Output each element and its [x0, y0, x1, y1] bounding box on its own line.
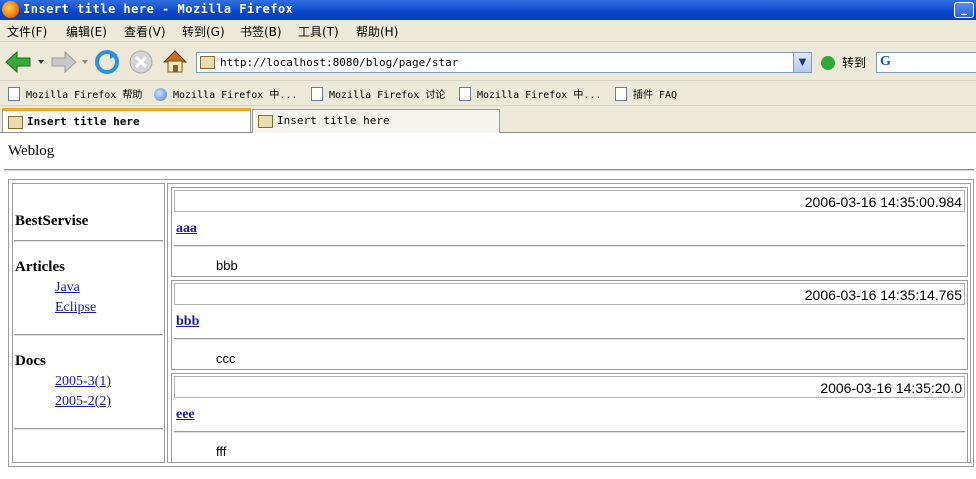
go-button-label[interactable]: 转到: [842, 54, 866, 71]
document-icon: [311, 87, 323, 101]
back-arrow-icon: [5, 50, 44, 74]
post-title-link[interactable]: eee: [176, 407, 195, 423]
menu-bar: 文件(F) 编辑(E) 查看(V) 转到(G) 书签(B) 工具(T) 帮助(H…: [0, 20, 976, 42]
bookmark-item[interactable]: Mozilla Firefox 中...: [154, 86, 297, 101]
menu-bookmarks[interactable]: 书签(B): [240, 23, 282, 40]
search-input[interactable]: G: [876, 52, 976, 73]
post-date: 2006-03-16 14:35:00.984: [804, 194, 962, 210]
title-bar: Insert title here - Mozilla Firefox _: [0, 0, 976, 20]
menu-help[interactable]: 帮助(H): [356, 23, 398, 40]
menu-go[interactable]: 转到(G): [182, 23, 225, 40]
post-title-link[interactable]: aaa: [176, 221, 197, 237]
menu-edit[interactable]: 编辑(E): [66, 23, 107, 40]
google-search-icon[interactable]: G: [880, 54, 891, 70]
reload-icon: [95, 50, 119, 74]
minimize-button[interactable]: _: [954, 2, 974, 18]
stop-button[interactable]: [128, 49, 154, 78]
docs-link-2005-2[interactable]: 2005-2(2): [55, 394, 111, 410]
menu-tools[interactable]: 工具(T): [298, 23, 339, 40]
post-date-row: 2006-03-16 14:35:20.0: [174, 376, 965, 398]
posts-column: 2006-03-16 14:35:00.984 aaa bbb 2006-03-…: [167, 183, 971, 463]
post-date-row: 2006-03-16 14:35:14.765: [174, 283, 965, 305]
sidebar-divider: [14, 240, 163, 242]
docs-heading: Docs: [15, 353, 46, 369]
back-button[interactable]: [4, 50, 48, 77]
article-link-java[interactable]: Java: [55, 280, 80, 296]
post-divider: [174, 431, 965, 433]
navigation-toolbar: http://localhost:8080/blog/page/star ▼ 转…: [0, 42, 976, 81]
forward-arrow-icon: [51, 50, 88, 74]
tab-strip: Insert title here Insert title here: [0, 106, 976, 133]
post-divider: [174, 338, 965, 340]
sidebar: BestServise Articles Java Eclipse Docs 2…: [12, 183, 165, 463]
document-icon: [615, 87, 627, 101]
article-link-eclipse[interactable]: Eclipse: [55, 300, 96, 316]
header-divider: [4, 169, 974, 171]
home-button[interactable]: [161, 48, 189, 79]
post-body: bbb: [216, 258, 238, 273]
bookmark-item[interactable]: Mozilla Firefox 讨论: [311, 86, 445, 101]
globe-icon: [154, 88, 167, 101]
firefox-icon: [2, 1, 19, 18]
home-icon: [162, 50, 188, 73]
layout-table: BestServise Articles Java Eclipse Docs 2…: [8, 179, 974, 467]
sidebar-divider: [14, 428, 163, 430]
site-title: Weblog: [8, 143, 55, 159]
post-body: ccc: [216, 351, 236, 366]
sidebar-divider: [14, 334, 163, 336]
post-entry: 2006-03-16 14:35:00.984 aaa bbb: [171, 187, 968, 277]
window-title: Insert title here - Mozilla Firefox: [23, 2, 294, 16]
forward-button[interactable]: [50, 50, 94, 77]
menu-view[interactable]: 查看(V): [124, 23, 166, 40]
url-text: http://localhost:8080/blog/page/star: [220, 56, 459, 69]
bookmark-item[interactable]: 插件 FAQ: [615, 86, 677, 101]
post-entry: 2006-03-16 14:35:20.0 eee fff: [171, 373, 968, 463]
post-date: 2006-03-16 14:35:20.0: [820, 380, 962, 396]
bookmark-item[interactable]: Mozilla Firefox 中...: [459, 86, 601, 101]
post-date-row: 2006-03-16 14:35:00.984: [174, 190, 965, 212]
tab-label: Insert title here: [27, 115, 140, 128]
docs-link-2005-3[interactable]: 2005-3(1): [55, 374, 111, 390]
url-bar[interactable]: http://localhost:8080/blog/page/star ▼: [196, 52, 812, 73]
document-icon: [459, 87, 471, 101]
page-content: Weblog BestServise Articles Java Eclipse…: [0, 133, 976, 479]
bookmark-item[interactable]: Mozilla Firefox 帮助: [8, 86, 142, 101]
post-divider: [174, 245, 965, 247]
tab-label: Insert title here: [277, 114, 390, 127]
page-favicon-icon: [200, 56, 215, 69]
post-entry: 2006-03-16 14:35:14.765 bbb ccc: [171, 280, 968, 370]
reload-button[interactable]: [94, 49, 120, 78]
menu-file[interactable]: 文件(F): [7, 23, 47, 40]
url-dropdown-button[interactable]: ▼: [793, 53, 811, 72]
articles-heading: Articles: [15, 259, 65, 275]
document-icon: [8, 87, 20, 101]
post-date: 2006-03-16 14:35:14.765: [804, 287, 962, 303]
bookmarks-toolbar: Mozilla Firefox 帮助 Mozilla Firefox 中... …: [0, 81, 976, 106]
tab-favicon-icon: [258, 115, 273, 128]
post-title-link[interactable]: bbb: [176, 314, 199, 330]
post-body: fff: [216, 444, 227, 459]
tab-inactive[interactable]: Insert title here: [252, 109, 500, 133]
tab-favicon-icon: [8, 116, 23, 129]
go-arrow-icon[interactable]: [821, 56, 835, 70]
tab-active[interactable]: Insert title here: [2, 108, 251, 132]
stop-icon: [129, 50, 153, 74]
sidebar-heading: BestServise: [15, 213, 89, 229]
